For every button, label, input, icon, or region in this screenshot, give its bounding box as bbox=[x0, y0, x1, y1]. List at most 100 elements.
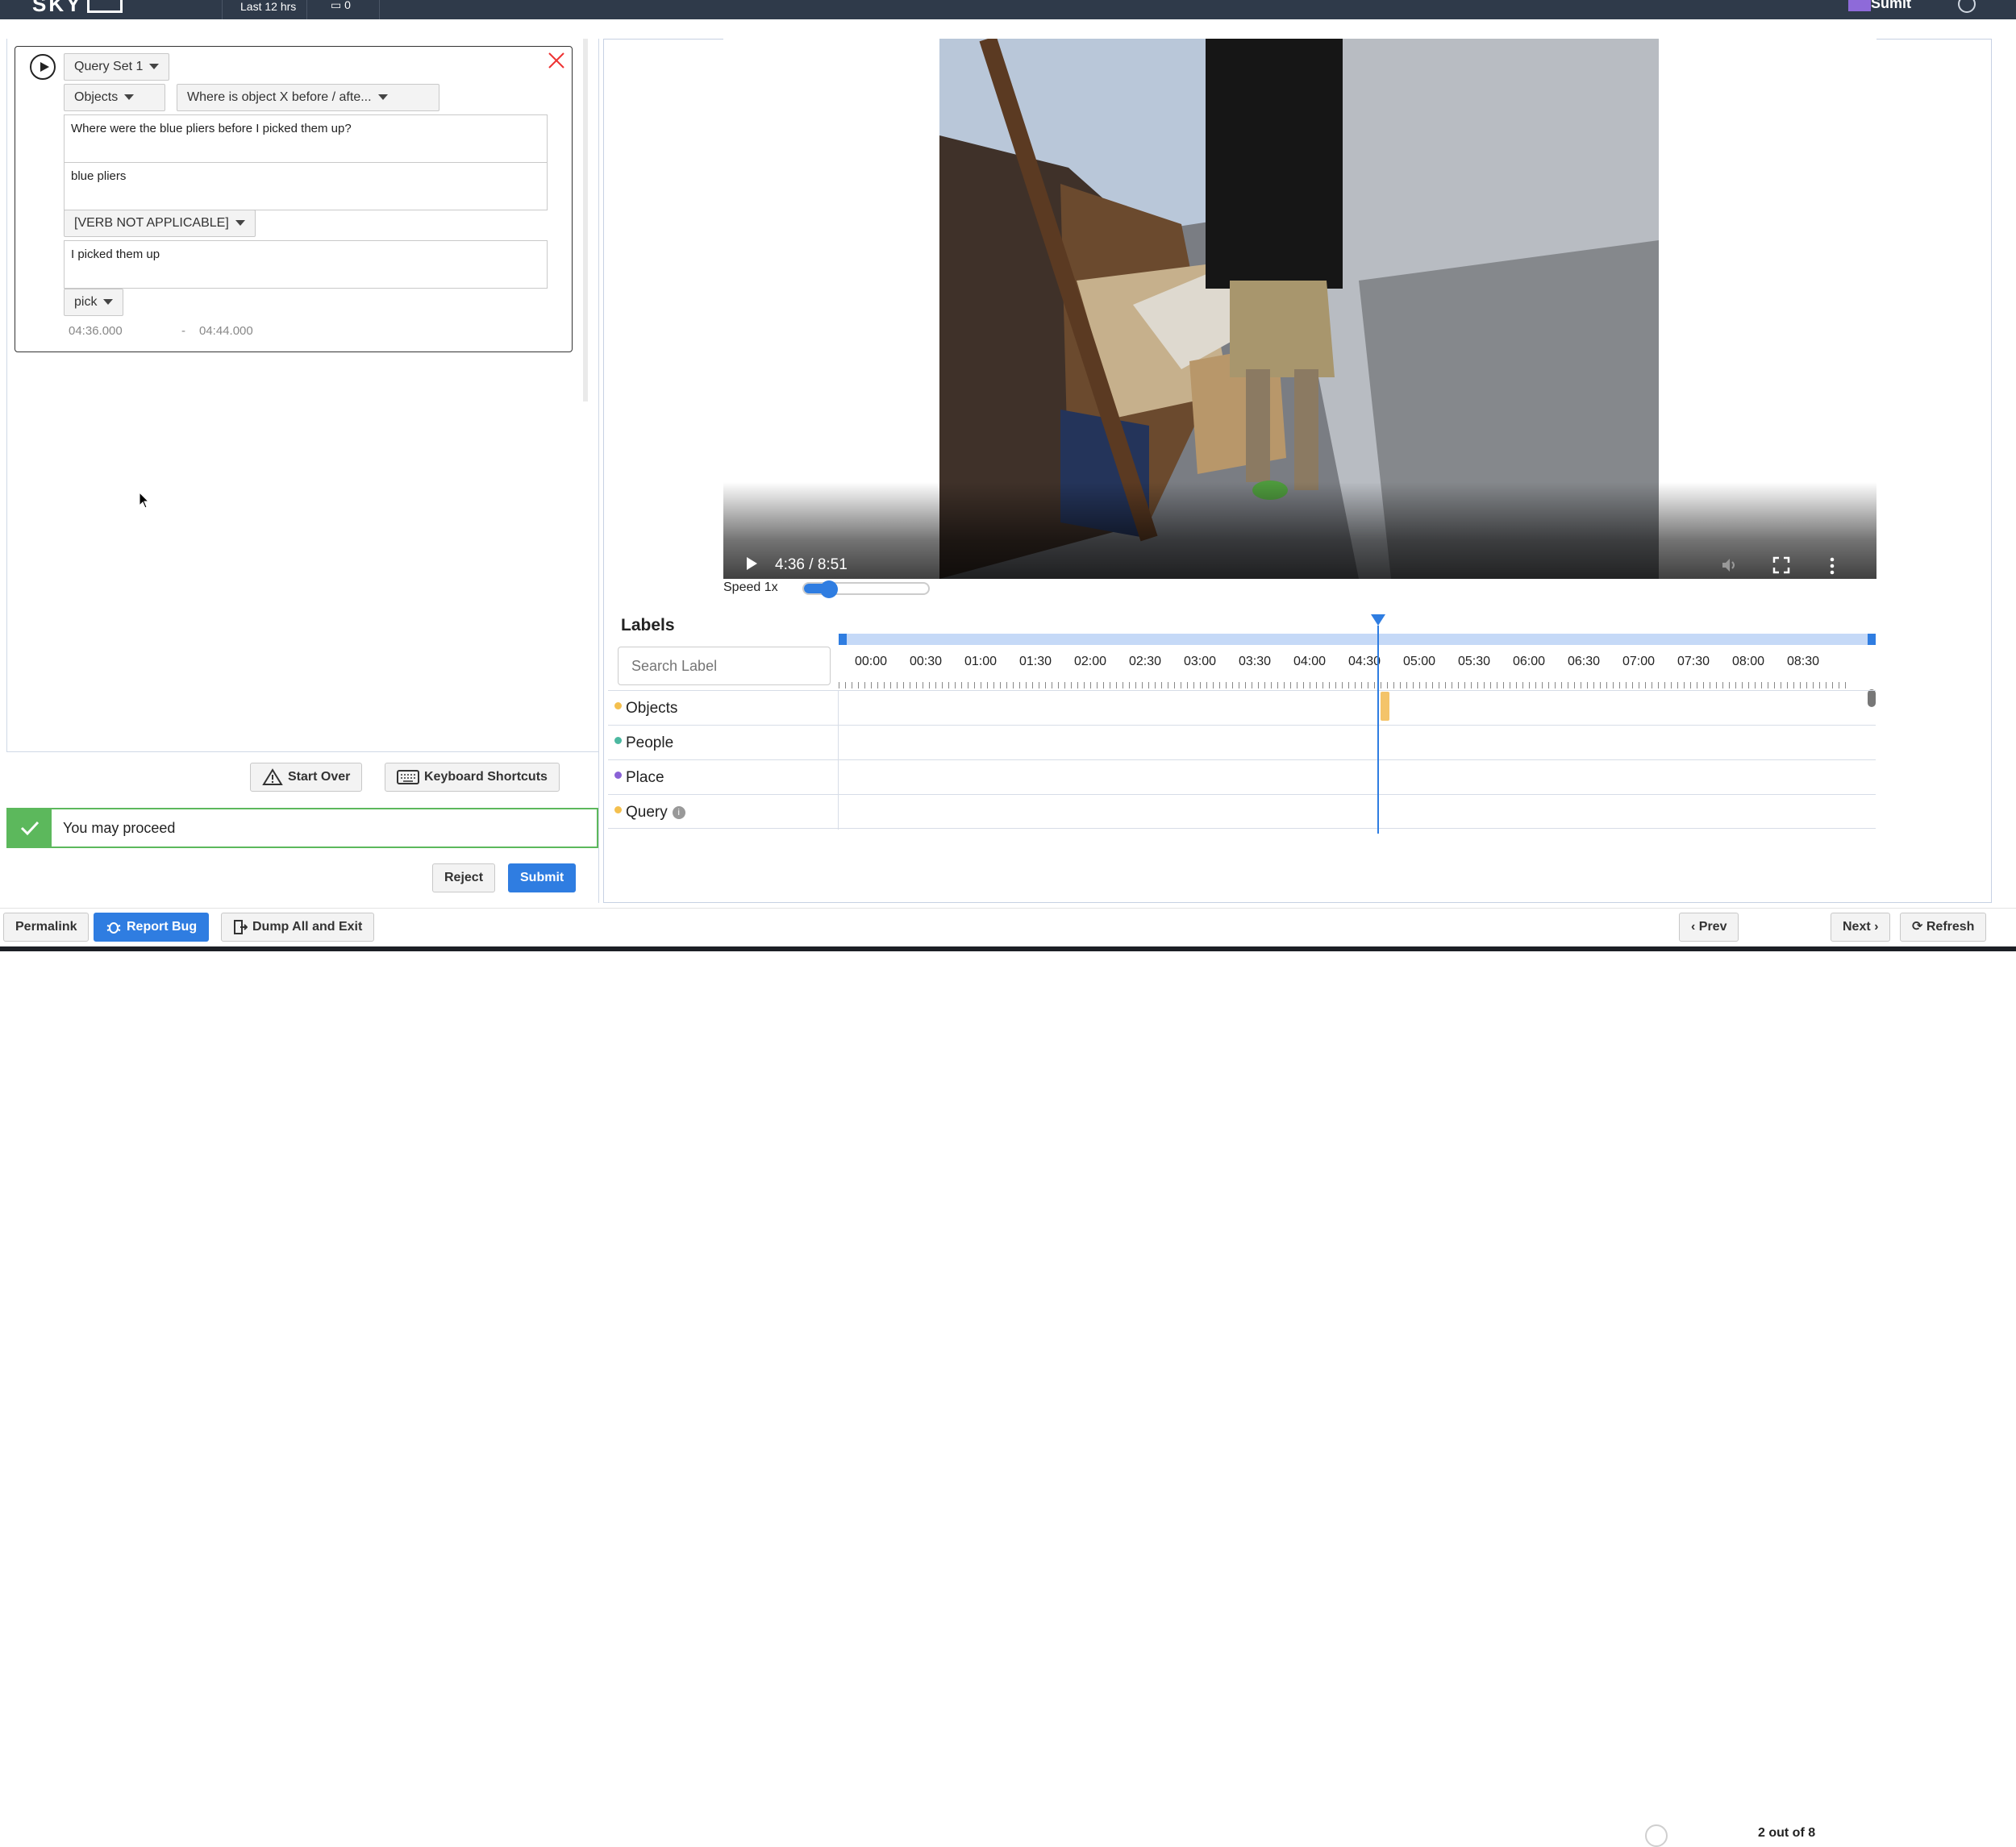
timeline-tick-label: 02:30 bbox=[1129, 655, 1162, 668]
template-dropdown[interactable]: Where is object X before / afte... bbox=[177, 84, 439, 111]
verb-label: pick bbox=[74, 295, 98, 309]
end-time[interactable]: 04:44.000 bbox=[199, 324, 253, 338]
refresh-icon: ⟳ bbox=[1912, 920, 1926, 934]
row-divider bbox=[838, 795, 839, 830]
info-icon[interactable]: i bbox=[672, 805, 685, 819]
timeline-tick-label: 08:30 bbox=[1787, 655, 1820, 668]
chevron-down-icon bbox=[149, 64, 160, 70]
next-button[interactable]: Next › bbox=[1831, 913, 1891, 942]
app-logo[interactable]: SKY bbox=[32, 0, 123, 17]
panel-splitter[interactable] bbox=[598, 39, 599, 903]
label-color-dot bbox=[614, 806, 622, 813]
video-player[interactable]: 4:36 / 8:51 bbox=[723, 39, 1876, 595]
play-icon[interactable] bbox=[743, 555, 760, 572]
timeline-tick-label: 00:00 bbox=[855, 655, 888, 668]
object-textarea[interactable]: blue pliers bbox=[64, 162, 548, 210]
mute-icon[interactable] bbox=[1720, 556, 1739, 574]
speed-label: Speed 1x bbox=[723, 580, 778, 594]
dump-exit-label: Dump All and Exit bbox=[252, 920, 363, 934]
bottom-toolbar: Permalink Report Bug Dump All and Exit ‹… bbox=[0, 908, 2016, 1847]
timeline-tick-label: 06:00 bbox=[1513, 655, 1546, 668]
label-row-query[interactable]: Query i bbox=[608, 794, 1876, 830]
timeline-range-end-handle[interactable] bbox=[1868, 634, 1876, 645]
globe-icon[interactable] bbox=[1958, 0, 1976, 13]
exit-icon bbox=[234, 919, 248, 934]
time-range-selector[interactable]: Last 12 hrs bbox=[240, 0, 296, 13]
count-value: 0 bbox=[344, 0, 351, 11]
label-row-text: Query bbox=[626, 804, 668, 821]
label-row-name: Place bbox=[626, 769, 664, 787]
chevron-down-icon bbox=[377, 94, 388, 101]
verb-applicability-dropdown[interactable]: [VERB NOT APPLICABLE] bbox=[64, 210, 256, 237]
next-label: Next bbox=[1843, 920, 1871, 934]
label-row-name: People bbox=[626, 734, 673, 752]
fullscreen-icon[interactable] bbox=[1772, 556, 1790, 574]
category-dropdown[interactable]: Objects bbox=[64, 84, 165, 111]
verb-applicability-label: [VERB NOT APPLICABLE] bbox=[74, 216, 229, 230]
playhead-line[interactable] bbox=[1377, 626, 1379, 834]
label-row-name: Query i bbox=[626, 804, 685, 822]
question-textarea[interactable]: Where were the blue pliers before I pick… bbox=[64, 114, 548, 163]
timeline-range-bar[interactable] bbox=[839, 634, 1876, 645]
timeline-tick-label: 05:30 bbox=[1458, 655, 1491, 668]
top-navbar: SKY Last 12 hrs ▭ 0 Sumit bbox=[0, 0, 2016, 19]
start-time[interactable]: 04:36.000 bbox=[69, 324, 123, 338]
done-check-icon[interactable] bbox=[1645, 1824, 1668, 1847]
chevron-down-icon bbox=[124, 94, 135, 101]
prev-label: Prev bbox=[1698, 920, 1727, 934]
label-row-name: Objects bbox=[626, 700, 677, 718]
timeline-tick-label: 08:00 bbox=[1732, 655, 1765, 668]
search-label-input[interactable] bbox=[618, 647, 831, 685]
time-separator: - bbox=[181, 324, 185, 338]
status-check-box bbox=[8, 809, 52, 847]
bug-icon bbox=[106, 921, 121, 934]
timeline-tick-label: 05:00 bbox=[1403, 655, 1436, 668]
timeline-tick-label: 07:00 bbox=[1622, 655, 1656, 668]
warning-icon bbox=[262, 768, 283, 785]
label-color-dot bbox=[614, 772, 622, 779]
refresh-label: Refresh bbox=[1926, 920, 1975, 934]
left-panel-bottom-border bbox=[6, 751, 599, 752]
notification-count[interactable]: ▭ 0 bbox=[331, 0, 351, 12]
more-options-icon[interactable] bbox=[1828, 556, 1836, 576]
bottom-edge bbox=[0, 946, 2016, 951]
left-panel-border bbox=[6, 39, 7, 751]
verb-dropdown[interactable]: pick bbox=[64, 289, 124, 316]
close-icon[interactable] bbox=[546, 50, 567, 71]
speed-slider-knob[interactable] bbox=[819, 580, 838, 598]
navbar-divider bbox=[222, 0, 223, 19]
refresh-button[interactable]: ⟳ Refresh bbox=[1900, 913, 1987, 942]
query-set-dropdown[interactable]: Query Set 1 bbox=[64, 53, 170, 81]
label-color-dot bbox=[614, 737, 622, 744]
labels-title: Labels bbox=[621, 616, 675, 634]
chevron-down-icon bbox=[103, 299, 114, 306]
avatar[interactable] bbox=[1848, 0, 1871, 11]
report-bug-button[interactable]: Report Bug bbox=[94, 913, 210, 942]
objects-segment-marker[interactable] bbox=[1381, 692, 1389, 721]
label-row-people[interactable]: People bbox=[608, 725, 1876, 760]
prev-button[interactable]: ‹ Prev bbox=[1679, 913, 1739, 942]
user-name[interactable]: Sumit bbox=[1871, 0, 1911, 12]
status-message: You may proceed bbox=[63, 820, 176, 836]
label-row-place[interactable]: Place bbox=[608, 759, 1876, 795]
start-over-label: Start Over bbox=[288, 770, 351, 784]
label-row-text: Place bbox=[626, 769, 664, 786]
label-row-text: People bbox=[626, 734, 674, 751]
query-card: Query Set 1 Objects Where is object X be… bbox=[15, 46, 573, 352]
panel-scrollbar[interactable] bbox=[583, 39, 588, 401]
navbar-divider bbox=[379, 0, 380, 19]
playhead-handle[interactable] bbox=[1371, 614, 1385, 626]
dump-exit-button[interactable]: Dump All and Exit bbox=[221, 913, 375, 942]
timeline-tick-label: 03:00 bbox=[1184, 655, 1217, 668]
speed-slider[interactable] bbox=[802, 580, 930, 598]
timeline-tick-label: 02:00 bbox=[1074, 655, 1107, 668]
start-over-button[interactable]: Start Over bbox=[250, 763, 363, 792]
keyboard-shortcuts-button[interactable]: Keyboard Shortcuts bbox=[385, 763, 560, 792]
submit-button[interactable]: Submit bbox=[508, 863, 577, 892]
label-row-objects[interactable]: Objects bbox=[608, 690, 1876, 726]
play-query-icon[interactable] bbox=[30, 54, 56, 80]
permalink-button[interactable]: Permalink bbox=[3, 913, 90, 942]
action-textarea[interactable]: I picked them up bbox=[64, 240, 548, 289]
timeline-range-start-handle[interactable] bbox=[839, 634, 847, 645]
reject-button[interactable]: Reject bbox=[432, 863, 496, 892]
